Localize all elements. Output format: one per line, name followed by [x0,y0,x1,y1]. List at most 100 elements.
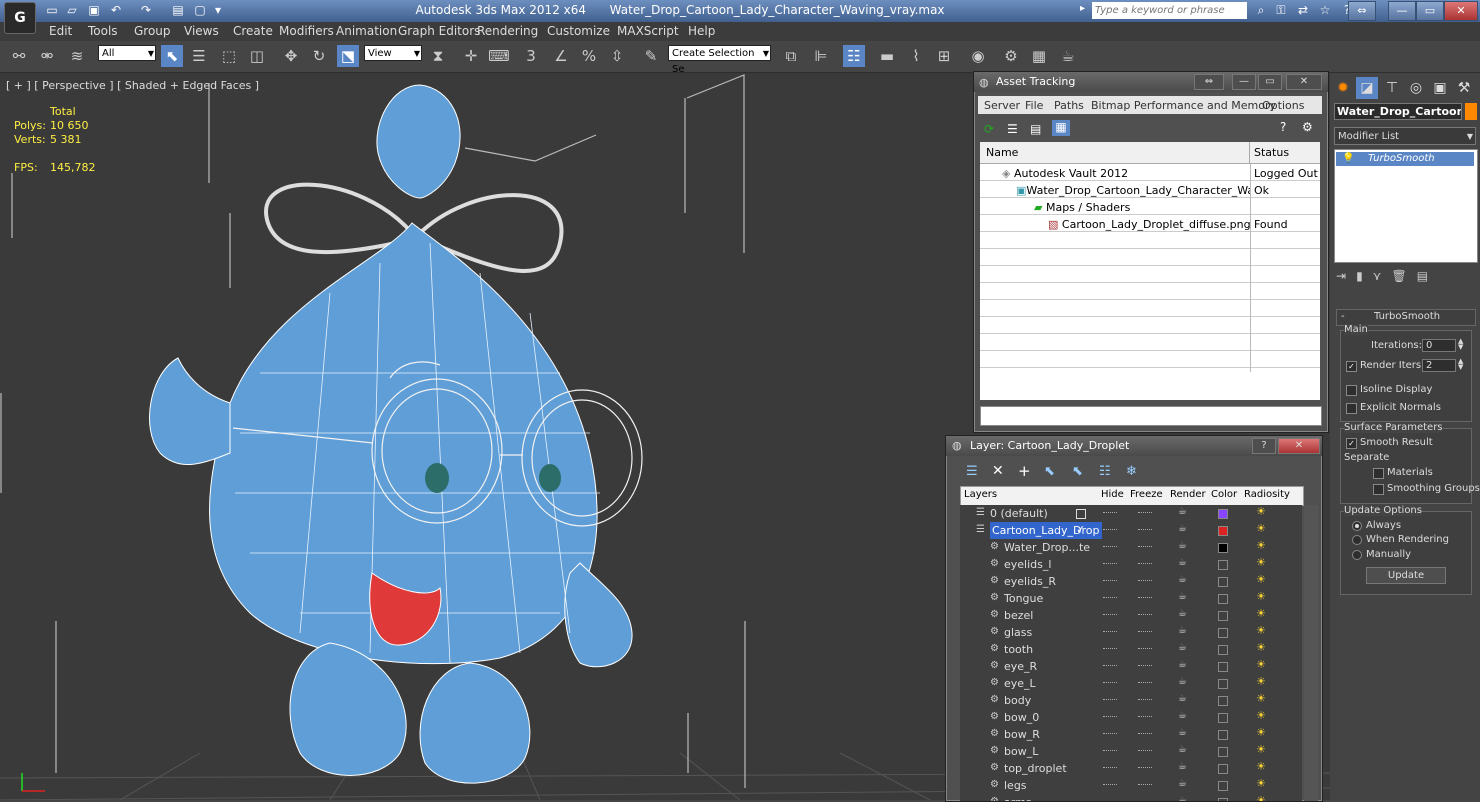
radiosity-icon[interactable]: ☀ [1256,573,1266,586]
binoculars-icon[interactable]: ⌕ [1253,3,1269,18]
freeze-toggle[interactable] [1138,767,1152,771]
layer-name[interactable]: top_droplet [1004,760,1067,777]
menu-animation[interactable]: Animation [336,24,397,38]
layers-header[interactable]: Layers [964,489,997,500]
selection-filter-dropdown[interactable]: All ▼ [98,45,156,61]
hide-toggle[interactable] [1103,716,1117,720]
manually-radio[interactable] [1352,550,1362,560]
asset-menu-server[interactable]: Server [984,99,1020,112]
asset-path-field[interactable] [980,406,1322,426]
layer-color-swatch[interactable] [1218,679,1228,689]
list-view-icon[interactable]: ☰ [1007,122,1018,136]
render-header[interactable]: Render [1170,489,1206,500]
layer-name[interactable]: eyelids_l [1004,556,1051,573]
menu-help[interactable]: Help [688,24,715,38]
layer-row[interactable]: ⚙ glass ☕ ☀ [960,624,1302,641]
layer-row[interactable]: ⚙ eyelids_R ☕ ☀ [960,573,1302,590]
layer-color-swatch[interactable] [1218,594,1228,604]
expand-search-icon[interactable]: ▸ [1080,3,1085,14]
link-icon[interactable]: ⚯ [8,45,30,67]
dock-icon[interactable]: ⇔ [1194,74,1224,90]
asset-row[interactable]: ▧ Cartoon_Lady_Droplet_diffuse.png [1048,217,1250,233]
object-name-field[interactable]: Water_Drop_Cartoon_La [1334,103,1462,120]
asset-maximize-button[interactable]: ▭ [1258,74,1282,90]
freeze-toggle[interactable] [1138,563,1152,567]
freeze-toggle[interactable] [1138,665,1152,669]
layer-row[interactable]: ⚙ bow_R ☕ ☀ [960,726,1302,743]
layer-color-swatch[interactable] [1218,764,1228,774]
layer-row[interactable]: ⚙ bezel ☕ ☀ [960,607,1302,624]
pin-stack-icon[interactable]: ⇥ [1336,269,1356,283]
hide-toggle[interactable] [1103,563,1117,567]
render-teapot-icon[interactable]: ☕ [1178,761,1187,772]
layer-help-button[interactable]: ? [1252,438,1276,454]
snaps-toggle-icon[interactable]: 3 [520,45,542,67]
freeze-toggle[interactable] [1138,580,1152,584]
menu-graph-editors[interactable]: Graph Editors [398,24,480,38]
layer-name[interactable]: glass [1004,624,1032,641]
schematic-view-icon[interactable]: ⊞ [933,45,955,67]
radiosity-icon[interactable]: ☀ [1256,641,1266,654]
menu-edit[interactable]: Edit [49,24,72,38]
layer-row[interactable]: ⚙ eye_L ☕ ☀ [960,675,1302,692]
create-layer-icon[interactable]: ☰ [966,464,978,479]
render-setup-icon[interactable]: ⚙ [1000,45,1022,67]
freeze-toggle[interactable] [1138,529,1152,533]
freeze-toggle[interactable] [1138,784,1152,788]
layer-color-swatch[interactable] [1218,662,1228,672]
radiosity-icon[interactable]: ☀ [1256,692,1266,705]
layer-name[interactable]: body [1004,692,1031,709]
close-button[interactable]: ✕ [1444,1,1478,21]
menu-create[interactable]: Create [233,24,273,38]
hide-toggle[interactable] [1103,648,1117,652]
layer-row[interactable]: ⚙ tooth ☕ ☀ [960,641,1302,658]
layer-color-swatch[interactable] [1218,645,1228,655]
hide-toggle[interactable] [1103,682,1117,686]
layer-color-swatch[interactable] [1218,611,1228,621]
freeze-toggle[interactable] [1138,648,1152,652]
lightbulb-icon[interactable]: 💡 [1342,152,1354,166]
mirror-icon[interactable]: ⧉ [780,45,802,67]
freeze-toggle[interactable] [1138,512,1152,516]
render-production-icon[interactable]: ☕ [1057,45,1079,67]
render-teapot-icon[interactable]: ☕ [1178,523,1187,534]
smoothing-groups-checkbox[interactable] [1373,484,1384,495]
layer-row[interactable]: ⚙ Tongue ☕ ☀ [960,590,1302,607]
spinner-arrows-icon[interactable]: ▲ ▼ [1458,358,1463,371]
render-teapot-icon[interactable]: ☕ [1178,795,1187,801]
freeze-toggle[interactable] [1138,750,1152,754]
col-name-header[interactable]: Name [980,142,1250,164]
layer-color-swatch[interactable] [1218,560,1228,570]
pivot-center-icon[interactable]: ⧗ [427,45,449,67]
hide-toggle[interactable] [1103,631,1117,635]
render-teapot-icon[interactable]: ☕ [1178,642,1187,653]
layer-row[interactable]: ⚙ bow_L ☕ ☀ [960,743,1302,760]
asset-row[interactable]: ▰ Maps / Shaders [1034,200,1250,216]
thumbnail-view-icon[interactable]: ▤ [1030,122,1041,136]
spinner-snap-icon[interactable]: ⇳ [606,45,628,67]
hide-toggle[interactable] [1103,614,1117,618]
maximize-button[interactable]: ▭ [1416,1,1444,21]
radiosity-icon[interactable]: ☀ [1256,556,1266,569]
render-teapot-icon[interactable]: ☕ [1178,540,1187,551]
hide-toggle[interactable] [1103,699,1117,703]
object-color-swatch[interactable] [1465,103,1477,120]
layer-row[interactable]: ⚙ bow_0 ☕ ☀ [960,709,1302,726]
keyboard-shortcut-icon[interactable]: ⌨ [488,45,510,67]
radiosity-icon[interactable]: ☀ [1256,505,1266,518]
radiosity-icon[interactable]: ☀ [1256,760,1266,773]
layer-color-swatch[interactable] [1218,628,1228,638]
create-tab-icon[interactable]: ✹ [1332,77,1354,99]
freeze-toggle[interactable] [1138,631,1152,635]
edit-named-selection-icon[interactable]: ✎ [640,45,662,67]
radiosity-icon[interactable]: ☀ [1256,607,1266,620]
asset-row[interactable]: ▣Water_Drop_Cartoon_Lady_Character_Wavin… [1016,183,1250,199]
when-rendering-radio[interactable] [1352,535,1362,545]
communication-icon[interactable]: ⇄ [1295,3,1311,18]
render-teapot-icon[interactable]: ☕ [1178,710,1187,721]
asset-menu-options[interactable]: Options [1262,99,1304,112]
layer-color-swatch[interactable] [1218,781,1228,791]
menu-modifiers[interactable]: Modifiers [279,24,334,38]
search-input[interactable]: Type a keyword or phrase [1092,2,1247,19]
menu-tools[interactable]: Tools [88,24,118,38]
